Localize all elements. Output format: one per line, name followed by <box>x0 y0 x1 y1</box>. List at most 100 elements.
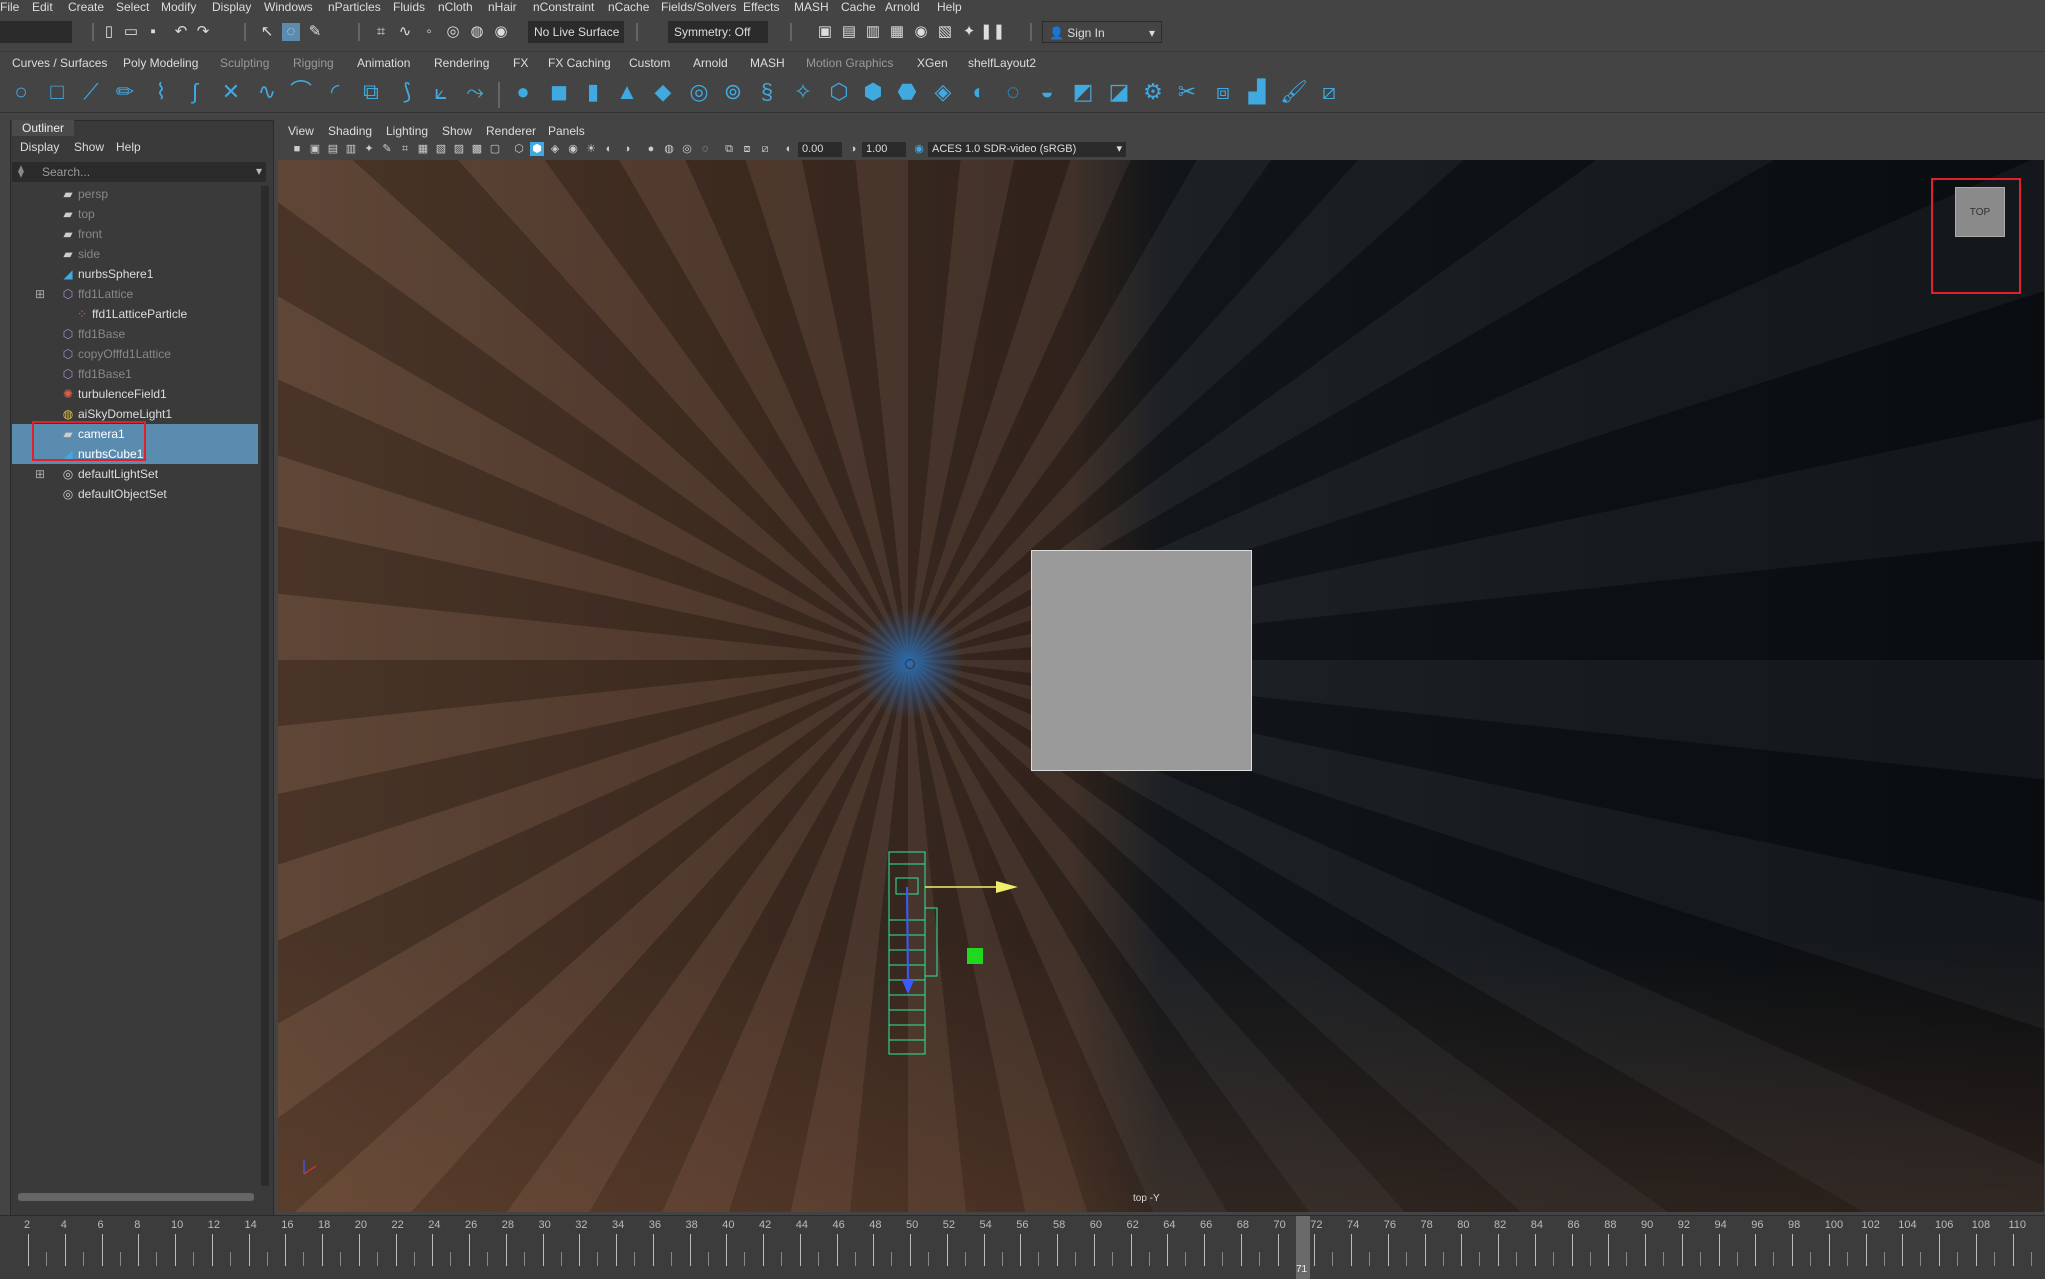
save-scene-icon[interactable]: ▪ <box>144 23 162 41</box>
symmetry-dropdown[interactable]: Symmetry: Off <box>668 21 768 43</box>
textured-icon[interactable]: ◉ <box>566 142 580 156</box>
menu-mash[interactable]: MASH <box>794 0 829 14</box>
nurbs-square-icon[interactable]: □ <box>44 79 70 105</box>
outliner-horizontal-scrollbar[interactable] <box>18 1193 254 1201</box>
color-management-icon[interactable]: ◉ <box>912 142 926 156</box>
shelf-tab-shelflayout2[interactable]: shelfLayout2 <box>968 54 1036 72</box>
birail-icon[interactable]: ⬢ <box>860 79 886 105</box>
curve-offset-icon[interactable]: ⟆ <box>394 79 420 105</box>
outliner-menu-display[interactable]: Display <box>20 140 59 154</box>
lights-icon[interactable]: ☀ <box>584 142 598 156</box>
attach-surface-icon[interactable]: ⚙ <box>1140 79 1166 105</box>
menu-edit[interactable]: Edit <box>32 0 53 14</box>
antialiasing-icon[interactable]: ⧄ <box>758 142 772 156</box>
undo-icon[interactable]: ↶ <box>172 23 190 41</box>
menu-nparticles[interactable]: nParticles <box>328 0 381 14</box>
xray-components-icon[interactable]: ◌ <box>698 142 712 156</box>
detach-surface-icon[interactable]: ✂ <box>1174 79 1200 105</box>
project-curve-icon[interactable]: ◒ <box>1034 79 1060 105</box>
render-sequence-icon[interactable]: ▤ <box>840 23 858 41</box>
grid-icon[interactable]: ⌗ <box>398 142 412 156</box>
curve-duplicate-icon[interactable]: ⤳ <box>462 79 488 105</box>
curve-rebuild-icon[interactable]: ◜ <box>322 79 348 105</box>
live-surface-field[interactable]: No Live Surface <box>528 21 624 43</box>
menu-select[interactable]: Select <box>116 0 149 14</box>
bookmark-icon[interactable]: ▤ <box>326 142 340 156</box>
sculpt-geometry-icon[interactable]: 🖌 <box>1280 79 1308 105</box>
curve-intersect-icon[interactable]: ✕ <box>218 79 244 105</box>
shelf-tab-rigging[interactable]: Rigging <box>293 54 334 72</box>
menu-help[interactable]: Help <box>937 0 962 14</box>
outliner-item[interactable]: ◎ defaultObjectSet <box>12 484 258 504</box>
menu-display[interactable]: Display <box>212 0 251 14</box>
curve-arc-icon[interactable]: ∿ <box>254 79 280 105</box>
shadows-icon[interactable]: ◐ <box>602 142 616 156</box>
render-settings-icon[interactable]: ▦ <box>888 23 906 41</box>
outliner-item[interactable]: ▰ front <box>12 224 258 244</box>
exposure-icon[interactable]: ◐ <box>782 142 796 156</box>
grease-pencil-icon[interactable]: ✎ <box>380 142 394 156</box>
menuset-dropdown[interactable] <box>0 21 72 43</box>
outliner-item[interactable]: ▰ side <box>12 244 258 264</box>
snap-curve-icon[interactable]: ∿ <box>396 23 414 41</box>
nurbs-cube-icon[interactable]: ◼ <box>546 79 572 105</box>
time-slider[interactable]: 2 4 6 8 10 12 14 16 18 20 22 24 26 28 30 32 34 36 38 40 42 44… <box>0 1215 2045 1279</box>
viewport-menu-lighting[interactable]: Lighting <box>386 124 428 138</box>
exposure-field[interactable]: 0.00 <box>798 142 842 157</box>
isolate-select-icon[interactable]: ● <box>644 142 658 156</box>
lasso-tool-icon[interactable]: ◌ <box>282 23 300 41</box>
outliner-item[interactable]: ⬡ copyOfffd1Lattice <box>12 344 258 364</box>
select-tool-icon[interactable]: ↖ <box>258 23 276 41</box>
ipr-render-icon[interactable]: ▥ <box>864 23 882 41</box>
xray-joints-icon[interactable]: ◎ <box>680 142 694 156</box>
snap-grid-icon[interactable]: ⌗ <box>372 23 390 41</box>
wireframe-on-shaded-icon[interactable]: ◈ <box>548 142 562 156</box>
viewport-menu-show[interactable]: Show <box>442 124 472 138</box>
gamma-icon[interactable]: ◑ <box>846 142 860 156</box>
expand-icon[interactable]: ⊞ <box>32 466 48 482</box>
field-chart-icon[interactable]: ▩ <box>470 142 484 156</box>
nurbs-circle-icon[interactable]: ○ <box>8 79 34 105</box>
wireframe-icon[interactable]: ⬡ <box>512 142 526 156</box>
gamma-field[interactable]: 1.00 <box>862 142 906 157</box>
chevron-down-icon[interactable]: ▾ <box>256 164 262 178</box>
shelf-tab-animation[interactable]: Animation <box>357 54 410 72</box>
outliner-item[interactable]: ⊞ ◎ defaultLightSet <box>12 464 258 484</box>
trim-tool-icon[interactable]: ◩ <box>1070 79 1096 105</box>
outliner-item[interactable]: ▰ persp <box>12 184 258 204</box>
ambient-occlusion-icon[interactable]: ◑ <box>620 142 634 156</box>
menu-fields-solvers[interactable]: Fields/Solvers <box>661 0 736 14</box>
pause-icon[interactable]: ❚❚ <box>980 23 1005 41</box>
snap-surface-icon[interactable]: ◍ <box>468 23 486 41</box>
shelf-tab-sculpting[interactable]: Sculpting <box>220 54 269 72</box>
curve-attach-icon[interactable]: ⌒ <box>288 79 314 105</box>
menu-create[interactable]: Create <box>68 0 104 14</box>
render-frame-icon[interactable]: ▣ <box>816 23 834 41</box>
open-scene-icon[interactable]: ▭ <box>122 23 140 41</box>
outliner-item[interactable]: ✺ turbulenceField1 <box>12 384 258 404</box>
outliner-tab[interactable]: Outliner <box>12 120 75 136</box>
square-surface-icon[interactable]: ◈ <box>930 79 956 105</box>
nurbs-cylinder-icon[interactable]: ▮ <box>580 79 606 105</box>
nurbs-torus-icon[interactable]: ◎ <box>686 79 712 105</box>
cv-curve-icon[interactable]: ⟋ <box>78 79 104 105</box>
menu-nhair[interactable]: nHair <box>488 0 517 14</box>
outliner-vertical-scrollbar[interactable] <box>261 186 269 1186</box>
outliner-item[interactable]: ⬡ ffd1Base <box>12 324 258 344</box>
menu-arnold[interactable]: Arnold <box>885 0 920 14</box>
bevel-icon[interactable]: ◐ <box>966 79 992 105</box>
menu-cache[interactable]: Cache <box>841 0 876 14</box>
new-scene-icon[interactable]: ▯ <box>100 23 118 41</box>
menu-file[interactable]: File <box>0 0 19 14</box>
shelf-tab-curves-surfaces[interactable]: Curves / Surfaces <box>12 54 107 72</box>
shelf-tab-arnold[interactable]: Arnold <box>693 54 728 72</box>
arnold-render-icon[interactable]: ✦ <box>960 23 978 41</box>
redo-icon[interactable]: ↷ <box>194 23 212 41</box>
colorspace-dropdown[interactable]: ACES 1.0 SDR-video (sRGB) ▾ <box>928 142 1126 157</box>
shelf-tab-fx[interactable]: FX <box>513 54 528 72</box>
planar-icon[interactable]: ✧ <box>790 79 816 105</box>
shelf-tab-fx-caching[interactable]: FX Caching <box>548 54 611 72</box>
menu-effects[interactable]: Effects <box>743 0 779 14</box>
outliner-menu-help[interactable]: Help <box>116 140 141 154</box>
screen-space-ao-icon[interactable]: ⧉ <box>722 142 736 156</box>
